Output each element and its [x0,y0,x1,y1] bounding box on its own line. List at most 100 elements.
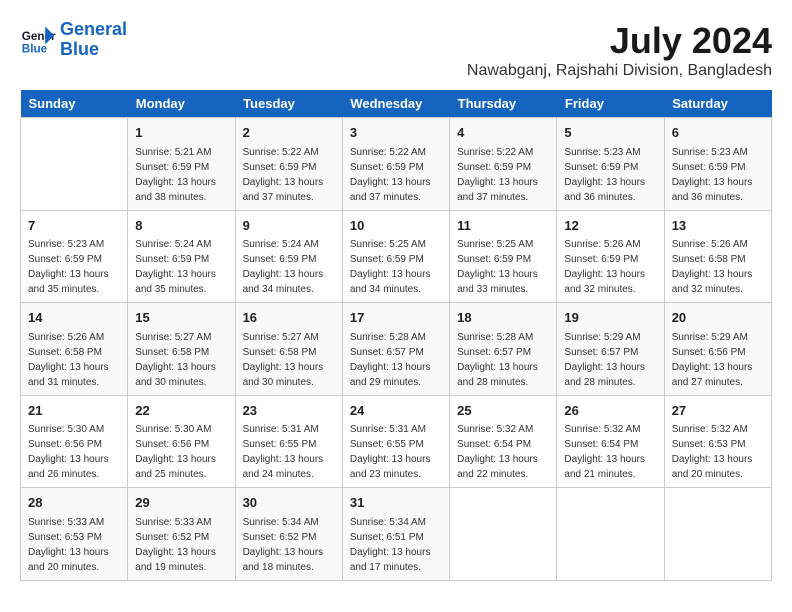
day-content: Sunrise: 5:26 AMSunset: 6:58 PMDaylight:… [672,237,764,297]
day-content: Sunrise: 5:22 AMSunset: 6:59 PMDaylight:… [350,145,442,205]
calendar-week-row: 28Sunrise: 5:33 AMSunset: 6:53 PMDayligh… [21,488,772,581]
calendar-cell: 6Sunrise: 5:23 AMSunset: 6:59 PMDaylight… [664,118,771,211]
calendar-cell: 11Sunrise: 5:25 AMSunset: 6:59 PMDayligh… [450,210,557,303]
calendar-cell: 23Sunrise: 5:31 AMSunset: 6:55 PMDayligh… [235,395,342,488]
day-number: 26 [564,401,656,421]
day-content: Sunrise: 5:23 AMSunset: 6:59 PMDaylight:… [564,145,656,205]
day-content: Sunrise: 5:29 AMSunset: 6:56 PMDaylight:… [672,330,764,390]
calendar-cell: 9Sunrise: 5:24 AMSunset: 6:59 PMDaylight… [235,210,342,303]
calendar-cell: 14Sunrise: 5:26 AMSunset: 6:58 PMDayligh… [21,303,128,396]
logo-icon: General Blue [20,22,56,58]
day-content: Sunrise: 5:34 AMSunset: 6:51 PMDaylight:… [350,515,442,575]
day-number: 2 [243,123,335,143]
calendar-header-row: SundayMondayTuesdayWednesdayThursdayFrid… [21,90,772,118]
day-number: 9 [243,216,335,236]
calendar-cell: 29Sunrise: 5:33 AMSunset: 6:52 PMDayligh… [128,488,235,581]
calendar-table: SundayMondayTuesdayWednesdayThursdayFrid… [20,90,772,581]
day-number: 7 [28,216,120,236]
calendar-cell: 16Sunrise: 5:27 AMSunset: 6:58 PMDayligh… [235,303,342,396]
calendar-cell: 12Sunrise: 5:26 AMSunset: 6:59 PMDayligh… [557,210,664,303]
day-of-week-header: Wednesday [342,90,449,118]
calendar-week-row: 21Sunrise: 5:30 AMSunset: 6:56 PMDayligh… [21,395,772,488]
svg-text:Blue: Blue [22,42,48,55]
day-content: Sunrise: 5:31 AMSunset: 6:55 PMDaylight:… [350,422,442,482]
day-number: 17 [350,308,442,328]
day-number: 13 [672,216,764,236]
day-content: Sunrise: 5:32 AMSunset: 6:54 PMDaylight:… [564,422,656,482]
day-content: Sunrise: 5:26 AMSunset: 6:59 PMDaylight:… [564,237,656,297]
logo-line2: Blue [60,39,99,59]
day-content: Sunrise: 5:23 AMSunset: 6:59 PMDaylight:… [672,145,764,205]
calendar-cell: 21Sunrise: 5:30 AMSunset: 6:56 PMDayligh… [21,395,128,488]
calendar-cell: 27Sunrise: 5:32 AMSunset: 6:53 PMDayligh… [664,395,771,488]
day-number: 30 [243,493,335,513]
day-number: 29 [135,493,227,513]
day-content: Sunrise: 5:26 AMSunset: 6:58 PMDaylight:… [28,330,120,390]
logo-line1: General [60,19,127,39]
calendar-cell: 13Sunrise: 5:26 AMSunset: 6:58 PMDayligh… [664,210,771,303]
day-content: Sunrise: 5:34 AMSunset: 6:52 PMDaylight:… [243,515,335,575]
day-number: 23 [243,401,335,421]
calendar-week-row: 14Sunrise: 5:26 AMSunset: 6:58 PMDayligh… [21,303,772,396]
day-of-week-header: Tuesday [235,90,342,118]
day-number: 16 [243,308,335,328]
calendar-cell [21,118,128,211]
day-number: 10 [350,216,442,236]
day-number: 31 [350,493,442,513]
day-of-week-header: Sunday [21,90,128,118]
day-number: 28 [28,493,120,513]
day-content: Sunrise: 5:32 AMSunset: 6:53 PMDaylight:… [672,422,764,482]
day-number: 25 [457,401,549,421]
day-content: Sunrise: 5:27 AMSunset: 6:58 PMDaylight:… [243,330,335,390]
calendar-cell: 10Sunrise: 5:25 AMSunset: 6:59 PMDayligh… [342,210,449,303]
calendar-cell: 15Sunrise: 5:27 AMSunset: 6:58 PMDayligh… [128,303,235,396]
calendar-cell: 18Sunrise: 5:28 AMSunset: 6:57 PMDayligh… [450,303,557,396]
calendar-cell: 26Sunrise: 5:32 AMSunset: 6:54 PMDayligh… [557,395,664,488]
day-content: Sunrise: 5:24 AMSunset: 6:59 PMDaylight:… [243,237,335,297]
calendar-week-row: 7Sunrise: 5:23 AMSunset: 6:59 PMDaylight… [21,210,772,303]
calendar-cell: 25Sunrise: 5:32 AMSunset: 6:54 PMDayligh… [450,395,557,488]
day-number: 24 [350,401,442,421]
day-number: 14 [28,308,120,328]
day-number: 3 [350,123,442,143]
page-header: General Blue General Blue July 2024 Nawa… [20,20,772,80]
day-content: Sunrise: 5:23 AMSunset: 6:59 PMDaylight:… [28,237,120,297]
day-number: 19 [564,308,656,328]
title-block: July 2024 Nawabganj, Rajshahi Division, … [467,20,772,80]
day-content: Sunrise: 5:32 AMSunset: 6:54 PMDaylight:… [457,422,549,482]
day-content: Sunrise: 5:25 AMSunset: 6:59 PMDaylight:… [350,237,442,297]
day-of-week-header: Monday [128,90,235,118]
calendar-cell: 2Sunrise: 5:22 AMSunset: 6:59 PMDaylight… [235,118,342,211]
day-content: Sunrise: 5:28 AMSunset: 6:57 PMDaylight:… [350,330,442,390]
calendar-cell: 4Sunrise: 5:22 AMSunset: 6:59 PMDaylight… [450,118,557,211]
day-number: 11 [457,216,549,236]
day-of-week-header: Friday [557,90,664,118]
calendar-cell [557,488,664,581]
day-content: Sunrise: 5:22 AMSunset: 6:59 PMDaylight:… [243,145,335,205]
calendar-cell: 19Sunrise: 5:29 AMSunset: 6:57 PMDayligh… [557,303,664,396]
calendar-title: July 2024 [467,20,772,62]
calendar-cell: 22Sunrise: 5:30 AMSunset: 6:56 PMDayligh… [128,395,235,488]
day-number: 27 [672,401,764,421]
day-content: Sunrise: 5:33 AMSunset: 6:52 PMDaylight:… [135,515,227,575]
day-content: Sunrise: 5:25 AMSunset: 6:59 PMDaylight:… [457,237,549,297]
day-number: 22 [135,401,227,421]
calendar-cell [664,488,771,581]
calendar-week-row: 1Sunrise: 5:21 AMSunset: 6:59 PMDaylight… [21,118,772,211]
calendar-cell: 20Sunrise: 5:29 AMSunset: 6:56 PMDayligh… [664,303,771,396]
day-content: Sunrise: 5:22 AMSunset: 6:59 PMDaylight:… [457,145,549,205]
calendar-cell: 28Sunrise: 5:33 AMSunset: 6:53 PMDayligh… [21,488,128,581]
day-number: 1 [135,123,227,143]
day-number: 20 [672,308,764,328]
day-content: Sunrise: 5:28 AMSunset: 6:57 PMDaylight:… [457,330,549,390]
day-number: 5 [564,123,656,143]
day-of-week-header: Saturday [664,90,771,118]
day-number: 6 [672,123,764,143]
day-content: Sunrise: 5:33 AMSunset: 6:53 PMDaylight:… [28,515,120,575]
day-content: Sunrise: 5:30 AMSunset: 6:56 PMDaylight:… [28,422,120,482]
calendar-cell: 5Sunrise: 5:23 AMSunset: 6:59 PMDaylight… [557,118,664,211]
logo: General Blue General Blue [20,20,127,60]
calendar-cell: 8Sunrise: 5:24 AMSunset: 6:59 PMDaylight… [128,210,235,303]
calendar-subtitle: Nawabganj, Rajshahi Division, Bangladesh [467,62,772,80]
day-number: 15 [135,308,227,328]
